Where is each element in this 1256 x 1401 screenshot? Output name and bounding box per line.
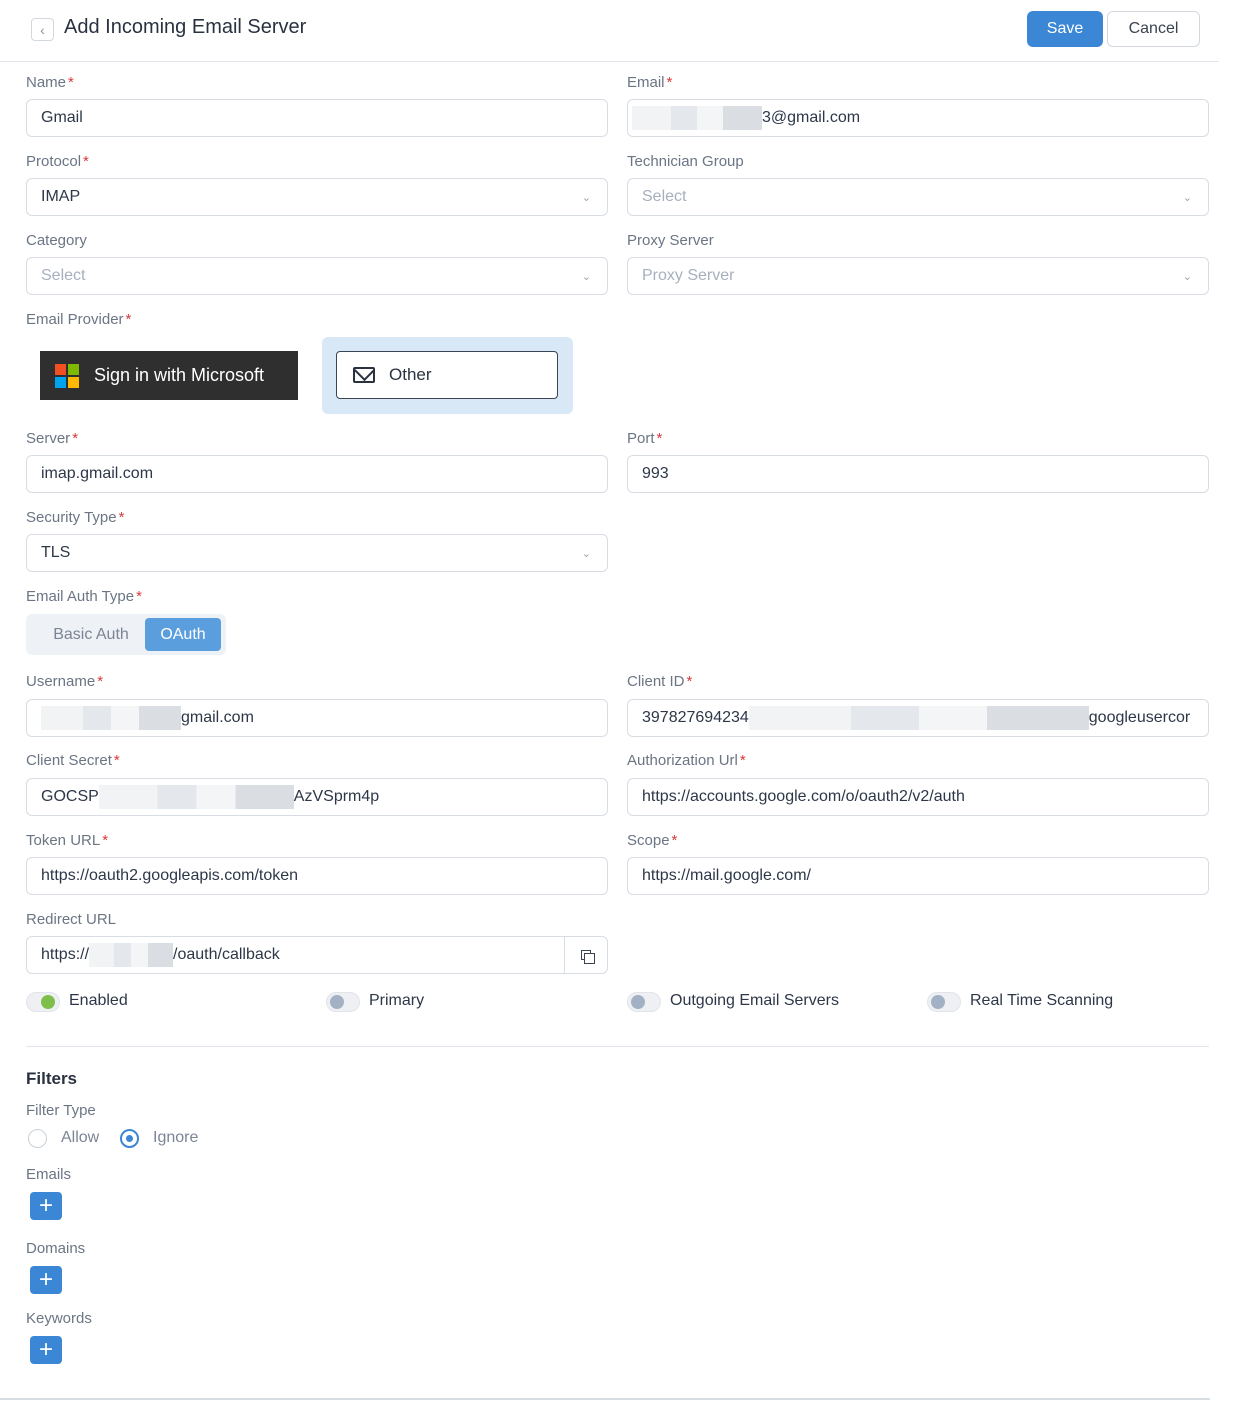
allow-label: Allow xyxy=(61,1129,100,1146)
username-input[interactable]: gmail.com xyxy=(26,699,608,737)
client-secret-label: Client Secret * xyxy=(26,752,120,769)
token-url-label: Token URL * xyxy=(26,832,109,849)
add-keyword-button[interactable]: + xyxy=(30,1336,62,1364)
real-time-scanning-toggle[interactable] xyxy=(927,992,961,1012)
redirect-url-label: Redirect URL xyxy=(26,911,117,928)
chevron-down-icon: ⌄ xyxy=(1182,271,1192,283)
redacted-block xyxy=(98,785,294,809)
server-label: Server * xyxy=(26,430,79,447)
primary-toggle[interactable] xyxy=(326,992,360,1012)
email-input[interactable]: 3@gmail.com xyxy=(627,99,1209,137)
filters-title: Filters xyxy=(26,1069,78,1088)
chevron-down-icon: ⌄ xyxy=(581,548,591,560)
client-id-input[interactable]: 397827694234 googleusercor xyxy=(627,699,1209,737)
technician-group-select[interactable]: Select ⌄ xyxy=(627,178,1209,216)
allow-radio[interactable] xyxy=(28,1129,47,1148)
other-provider-button[interactable]: Other xyxy=(336,351,558,399)
plus-icon: + xyxy=(38,1192,53,1219)
server-input[interactable]: imap.gmail.com xyxy=(26,455,608,493)
envelope-icon xyxy=(353,367,375,383)
scope-label: Scope * xyxy=(627,832,678,849)
security-type-label: Security Type * xyxy=(26,509,125,526)
client-secret-input[interactable]: GOCSP AzVSprm4p xyxy=(26,778,608,816)
enabled-toggle[interactable] xyxy=(26,992,60,1012)
outgoing-email-servers-label: Outgoing Email Servers xyxy=(670,992,839,1009)
cancel-button[interactable]: Cancel xyxy=(1107,11,1200,47)
name-label: Name * xyxy=(26,74,74,91)
redacted-block xyxy=(41,706,181,730)
oauth-option[interactable]: OAuth xyxy=(145,618,221,651)
plus-icon: + xyxy=(38,1336,53,1363)
page-title: Add Incoming Email Server xyxy=(64,16,307,38)
filter-type-label: Filter Type xyxy=(26,1102,96,1119)
copy-icon xyxy=(581,950,595,964)
auth-type-toggle: Basic Auth OAuth xyxy=(26,614,226,655)
other-provider-selected: Other xyxy=(322,337,573,414)
primary-label: Primary xyxy=(369,992,425,1009)
authorization-url-label: Authorization Url * xyxy=(627,752,746,769)
category-select[interactable]: Select ⌄ xyxy=(26,257,608,295)
add-domain-button[interactable]: + xyxy=(30,1266,62,1294)
auth-type-label: Email Auth Type * xyxy=(26,588,142,605)
enabled-label: Enabled xyxy=(69,992,128,1009)
back-button[interactable]: ‹ xyxy=(31,18,54,41)
domains-label: Domains xyxy=(26,1240,86,1257)
username-label: Username * xyxy=(26,673,104,690)
token-url-input[interactable]: https://oauth2.googleapis.com/token xyxy=(26,857,608,895)
page-header: ‹ Add Incoming Email Server Save Cancel xyxy=(0,0,1219,62)
security-type-select[interactable]: TLS ⌄ xyxy=(26,534,608,572)
emails-label: Emails xyxy=(26,1166,72,1183)
port-label: Port * xyxy=(627,430,663,447)
add-email-button[interactable]: + xyxy=(30,1192,62,1220)
ignore-label: Ignore xyxy=(153,1129,199,1146)
email-label: Email * xyxy=(627,74,673,91)
category-label: Category xyxy=(26,232,87,249)
chevron-left-icon: ‹ xyxy=(40,21,45,38)
proxy-server-select[interactable]: Proxy Server ⌄ xyxy=(627,257,1209,295)
protocol-label: Protocol * xyxy=(26,153,89,170)
authorization-url-input[interactable]: https://accounts.google.com/o/oauth2/v2/… xyxy=(627,778,1209,816)
ignore-radio[interactable] xyxy=(120,1129,139,1148)
redacted-block xyxy=(632,106,762,130)
technician-group-label: Technician Group xyxy=(627,153,744,170)
section-divider xyxy=(26,1046,1209,1047)
proxy-server-label: Proxy Server xyxy=(627,232,714,249)
microsoft-logo-icon xyxy=(55,363,79,388)
email-provider-label: Email Provider * xyxy=(26,311,132,328)
basic-auth-option[interactable]: Basic Auth xyxy=(32,618,150,651)
redirect-url-input[interactable]: https:///oauth/callback xyxy=(26,936,565,974)
client-id-label: Client ID * xyxy=(627,673,693,690)
save-button[interactable]: Save xyxy=(1027,11,1103,47)
chevron-down-icon: ⌄ xyxy=(581,271,591,283)
bottom-divider xyxy=(0,1398,1210,1400)
redacted-block xyxy=(89,943,174,967)
sign-in-microsoft-button[interactable]: Sign in with Microsoft xyxy=(40,351,298,400)
scope-input[interactable]: https://mail.google.com/ xyxy=(627,857,1209,895)
redacted-block xyxy=(748,706,1089,730)
chevron-down-icon: ⌄ xyxy=(1182,192,1192,204)
plus-icon: + xyxy=(38,1266,53,1293)
keywords-label: Keywords xyxy=(26,1310,92,1327)
copy-redirect-url-button[interactable] xyxy=(564,936,608,974)
outgoing-email-servers-toggle[interactable] xyxy=(627,992,661,1012)
real-time-scanning-label: Real Time Scanning xyxy=(970,992,1114,1009)
port-input[interactable]: 993 xyxy=(627,455,1209,493)
name-input[interactable]: Gmail xyxy=(26,99,608,137)
chevron-down-icon: ⌄ xyxy=(581,192,591,204)
protocol-select[interactable]: IMAP ⌄ xyxy=(26,178,608,216)
